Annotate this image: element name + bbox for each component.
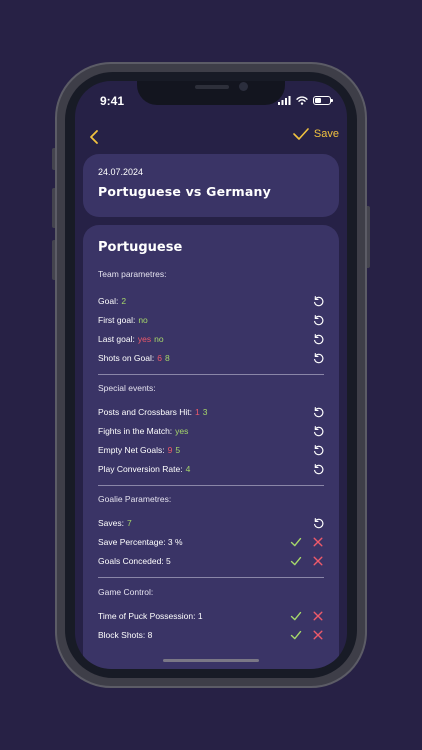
stat-value: 5 (175, 445, 181, 455)
stat-label: Shots on Goal: (98, 353, 155, 363)
stat-value: 4 (185, 464, 191, 474)
stat-label: Save Percentage: 3 % (98, 537, 183, 547)
close-icon[interactable] (312, 629, 324, 641)
stat-row-last-goal: Last goal: yes no (98, 332, 324, 346)
divider (98, 485, 324, 486)
stat-label: Goals Conceded: 5 (98, 556, 171, 566)
row-actions (312, 333, 324, 345)
stat-row-saves: Saves: 7 (98, 516, 324, 530)
stat-row-shots-on-goal: Shots on Goal: 6 8 (98, 351, 324, 365)
row-actions (290, 536, 324, 548)
divider (98, 577, 324, 578)
row-actions (290, 610, 324, 622)
close-icon[interactable] (312, 536, 324, 548)
checkmark-icon[interactable] (290, 555, 302, 567)
stat-value: 9 (167, 445, 173, 455)
reset-icon[interactable] (312, 333, 324, 345)
checkmark-icon[interactable] (290, 610, 302, 622)
stat-label: Last goal: (98, 334, 135, 344)
team-name: Portuguese (98, 240, 183, 255)
stat-label: Play Conversion Rate: (98, 464, 183, 474)
section-label-special: Special events: (98, 383, 156, 393)
reset-icon[interactable] (312, 425, 324, 437)
speaker (195, 85, 229, 89)
reset-icon[interactable] (312, 352, 324, 364)
stat-row-save-percentage: Save Percentage: 3 % (98, 535, 324, 549)
stat-value: 2 (121, 296, 127, 306)
checkmark-icon[interactable] (290, 536, 302, 548)
chevron-left-icon[interactable] (85, 127, 105, 147)
reset-icon[interactable] (312, 517, 324, 529)
stat-value: 8 (164, 353, 170, 363)
section-label-game-control: Game Control: (98, 587, 154, 597)
row-actions (312, 425, 324, 437)
reset-icon[interactable] (312, 295, 324, 307)
stat-value: 3 (202, 407, 208, 417)
save-button[interactable]: Save (293, 128, 339, 140)
divider (98, 374, 324, 375)
stat-row-posts-crossbars: Posts and Crossbars Hit: 1 3 (98, 405, 324, 419)
stat-value: yes (137, 334, 152, 344)
stat-value: 6 (157, 353, 162, 363)
stat-row-play-conversion: Play Conversion Rate: 4 (98, 462, 324, 476)
status-time: 9:41 (100, 94, 125, 108)
battery-icon (313, 96, 333, 105)
row-actions (312, 517, 324, 529)
match-date: 24.07.2024 (98, 167, 144, 177)
row-actions (312, 463, 324, 475)
wifi-icon (296, 96, 308, 105)
stat-label: First goal: (98, 315, 136, 325)
stat-row-block-shots: Block Shots: 8 (98, 628, 324, 642)
stat-value: 1 (195, 407, 200, 417)
row-actions (312, 406, 324, 418)
row-actions (312, 352, 324, 364)
row-actions (312, 295, 324, 307)
reset-icon[interactable] (312, 314, 324, 326)
match-title: Portuguese vs Germany (98, 184, 271, 199)
stat-row-empty-net-goals: Empty Net Goals: 9 5 (98, 443, 324, 457)
stat-value: yes (175, 426, 189, 436)
row-actions (312, 444, 324, 456)
stat-label: Empty Net Goals: (98, 445, 165, 455)
stat-row-goal: Goal: 2 (98, 294, 324, 308)
checkmark-icon (293, 128, 309, 140)
notch (137, 81, 285, 105)
close-icon[interactable] (312, 610, 324, 622)
stat-row-fights: Fights in the Match: yes (98, 424, 324, 438)
section-label-goalie: Goalie Parametres: (98, 494, 172, 504)
match-header-card: 24.07.2024 Portuguese vs Germany (83, 154, 339, 217)
status-icons (278, 96, 333, 105)
camera (239, 82, 248, 91)
stat-label: Time of Puck Possession: 1 (98, 611, 203, 621)
stat-value: no (154, 334, 164, 344)
cellular-signal-icon (278, 96, 291, 105)
stat-value: no (138, 315, 148, 325)
row-actions (312, 314, 324, 326)
reset-icon[interactable] (312, 444, 324, 456)
team-stats-card: Portuguese Team parametres: Goal: 2 First… (83, 225, 339, 669)
checkmark-icon[interactable] (290, 629, 302, 641)
stat-value: 7 (127, 518, 132, 528)
section-label-team: Team parametres: (98, 269, 167, 279)
stat-label: Block Shots: 8 (98, 630, 153, 640)
stat-label: Goal: (98, 296, 119, 306)
close-icon[interactable] (312, 555, 324, 567)
row-actions (290, 629, 324, 641)
app-screen: 9:41 Save 24.07.2024 Portuguese vs Germa… (75, 81, 347, 669)
stat-label: Posts and Crossbars Hit: (98, 407, 193, 417)
stat-row-goals-conceded: Goals Conceded: 5 (98, 554, 324, 568)
home-indicator (163, 659, 259, 662)
stat-label: Saves: (98, 518, 124, 528)
reset-icon[interactable] (312, 406, 324, 418)
save-label: Save (313, 128, 339, 140)
stat-row-puck-possession: Time of Puck Possession: 1 (98, 609, 324, 623)
reset-icon[interactable] (312, 463, 324, 475)
stat-label: Fights in the Match: (98, 426, 173, 436)
stat-row-first-goal: First goal: no (98, 313, 324, 327)
row-actions (290, 555, 324, 567)
